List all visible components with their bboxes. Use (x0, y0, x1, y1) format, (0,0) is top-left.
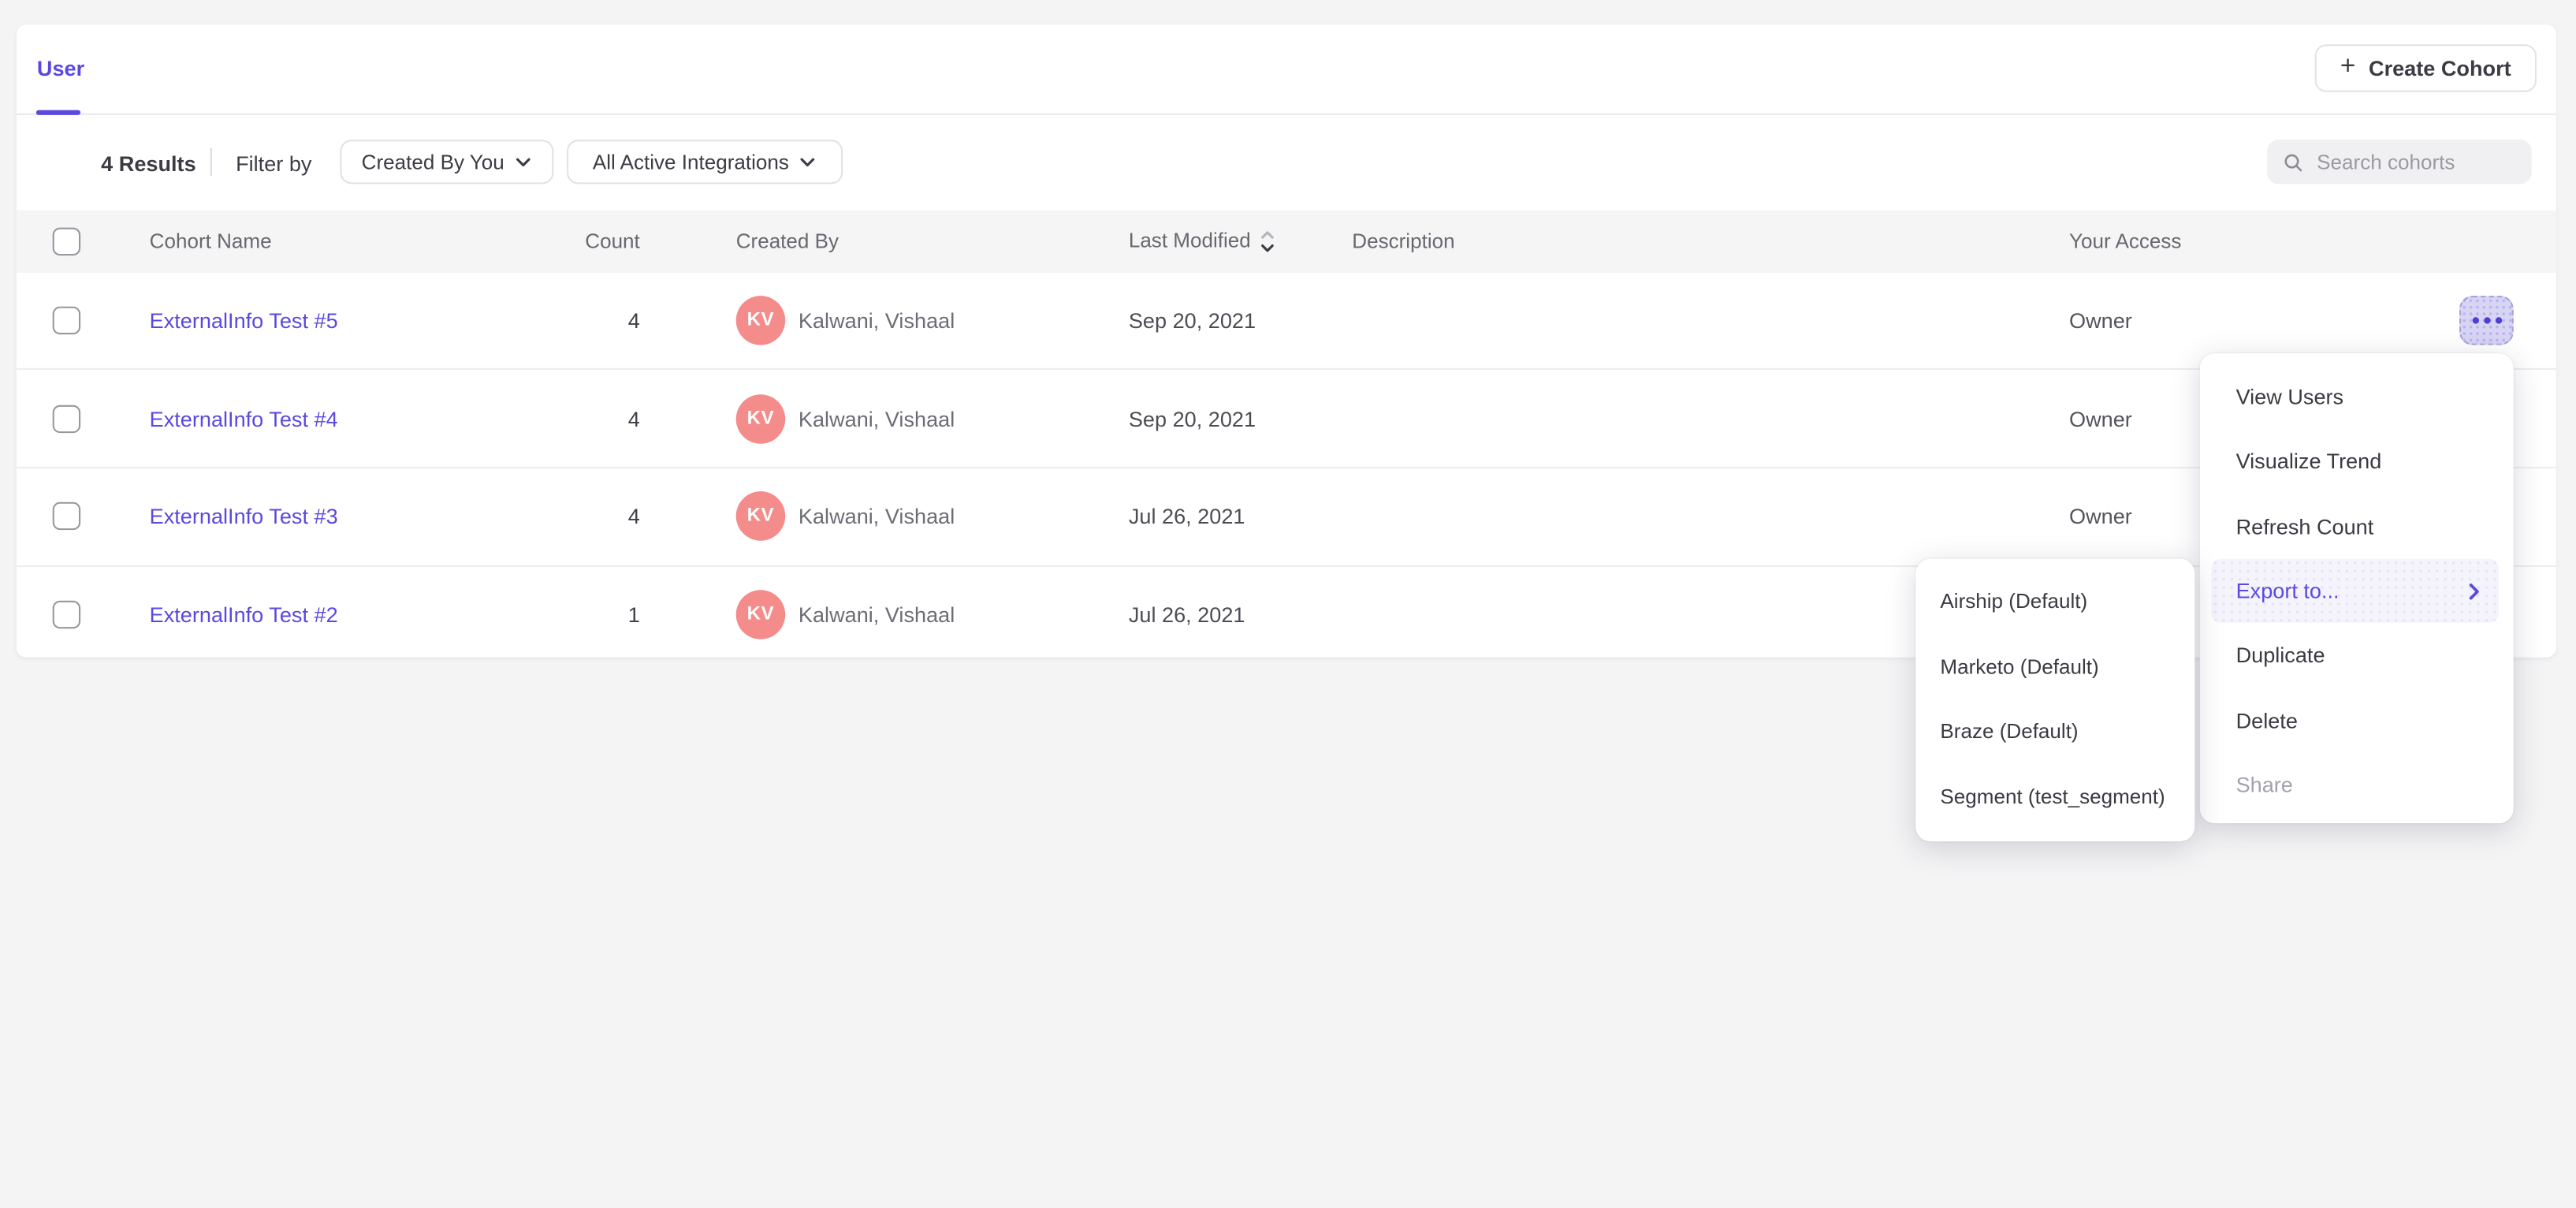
chevron-down-icon (801, 157, 816, 167)
table-row: ExternalInfo Test #4 4 KV Kalwani, Visha… (16, 370, 2556, 468)
sort-icon (1260, 229, 1275, 253)
export-submenu: Airship (Default) Marketo (Default) Braz… (1915, 558, 2194, 841)
create-cohort-button[interactable]: + Create Cohort (2316, 43, 2536, 91)
row-actions-menu: View Users Visualize Trend Refresh Count… (2200, 352, 2514, 823)
header-count: Count (475, 229, 639, 252)
search-icon (2283, 151, 2302, 173)
table-row: ExternalInfo Test #3 4 KV Kalwani, Visha… (16, 468, 2556, 566)
created-by-filter-dropdown[interactable]: Created By You (339, 140, 553, 184)
submenu-item-braze[interactable]: Braze (Default) (1915, 699, 2194, 764)
cohort-name-link[interactable]: ExternalInfo Test #4 (150, 406, 338, 431)
chevron-down-icon (516, 157, 530, 167)
tab-bar: User + Create Cohort (16, 24, 2556, 115)
row-checkbox[interactable] (52, 306, 80, 334)
avatar: KV (736, 590, 786, 639)
menu-item-delete[interactable]: Delete (2200, 688, 2514, 752)
submenu-item-airship[interactable]: Airship (Default) (1915, 569, 2194, 634)
active-tab-underline (36, 110, 80, 115)
integrations-filter-label: All Active Integrations (593, 151, 789, 173)
header-description: Description (1352, 229, 1454, 252)
select-all-checkbox[interactable] (52, 227, 80, 255)
last-modified-date: Jul 26, 2021 (1129, 602, 1245, 627)
divider (210, 148, 211, 176)
last-modified-date: Sep 20, 2021 (1129, 406, 1256, 431)
results-count: 4 Results (101, 151, 195, 176)
row-checkbox[interactable] (52, 405, 80, 432)
access-level: Owner (2069, 406, 2132, 431)
creator-name: Kalwani, Vishaal (798, 406, 955, 431)
cohort-count: 4 (475, 504, 639, 528)
cohort-count: 4 (475, 406, 639, 431)
creator-name: Kalwani, Vishaal (798, 308, 955, 332)
menu-item-duplicate[interactable]: Duplicate (2200, 623, 2514, 688)
cohorts-page: User + Create Cohort 4 Results Filter by… (0, 0, 2576, 1208)
header-last-modified-label: Last Modified (1129, 229, 1251, 252)
header-last-modified-sort[interactable]: Last Modified (1129, 229, 1275, 253)
search-box (2266, 140, 2531, 184)
avatar: KV (736, 492, 786, 542)
header-created-by: Created By (736, 229, 839, 252)
chevron-right-icon (2470, 583, 2480, 599)
access-level: Owner (2069, 308, 2132, 332)
menu-item-visualize-trend[interactable]: Visualize Trend (2200, 430, 2514, 494)
row-actions-button[interactable] (2459, 296, 2514, 345)
create-cohort-label: Create Cohort (2369, 55, 2511, 80)
cohort-count: 1 (475, 602, 639, 627)
plus-icon: + (2340, 54, 2355, 80)
created-by-filter-label: Created By You (362, 151, 504, 173)
last-modified-date: Sep 20, 2021 (1129, 308, 1256, 332)
creator-name: Kalwani, Vishaal (798, 504, 955, 528)
header-cohort-name: Cohort Name (150, 229, 272, 252)
table-row: ExternalInfo Test #5 4 KV Kalwani, Visha… (16, 272, 2556, 370)
filter-by-label: Filter by (236, 151, 311, 176)
submenu-item-marketo[interactable]: Marketo (Default) (1915, 634, 2194, 699)
last-modified-date: Jul 26, 2021 (1129, 504, 1245, 528)
table-header: Cohort Name Count Created By Last Modifi… (16, 211, 2556, 272)
cohort-name-link[interactable]: ExternalInfo Test #2 (150, 602, 338, 627)
header-your-access: Your Access (2069, 229, 2181, 252)
filter-bar: 4 Results Filter by Created By You All A… (16, 115, 2556, 211)
integrations-filter-dropdown[interactable]: All Active Integrations (566, 140, 842, 184)
submenu-item-segment[interactable]: Segment (test_segment) (1915, 764, 2194, 829)
creator-name: Kalwani, Vishaal (798, 602, 955, 627)
cohort-count: 4 (475, 308, 639, 332)
avatar: KV (736, 393, 786, 443)
row-checkbox[interactable] (52, 502, 80, 530)
cohort-name-link[interactable]: ExternalInfo Test #3 (150, 504, 338, 528)
menu-item-share: Share (2200, 752, 2514, 817)
export-to-label: Export to... (2236, 579, 2340, 603)
search-input[interactable] (2314, 149, 2515, 175)
avatar: KV (736, 296, 786, 345)
menu-item-view-users[interactable]: View Users (2200, 365, 2514, 430)
menu-item-refresh-count[interactable]: Refresh Count (2200, 494, 2514, 558)
tab-user[interactable]: User (37, 56, 84, 80)
row-checkbox[interactable] (52, 601, 80, 628)
access-level: Owner (2069, 504, 2132, 528)
cohort-name-link[interactable]: ExternalInfo Test #5 (150, 308, 338, 332)
menu-item-export-to[interactable]: Export to... (2211, 558, 2499, 623)
